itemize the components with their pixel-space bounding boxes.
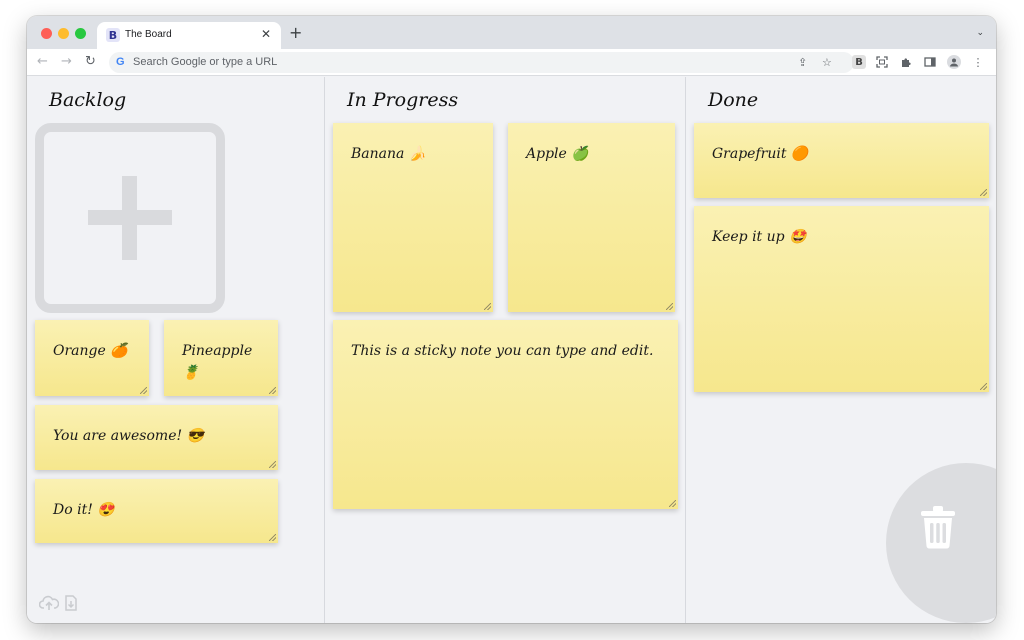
sticky-note-text[interactable]: Pineapple 🍍	[182, 340, 264, 384]
maximize-window-button[interactable]	[75, 28, 86, 39]
new-tab-button[interactable]: +	[289, 25, 302, 41]
board: Backlog In Progress Done Orange 🍊 Pineap…	[27, 77, 996, 623]
tab-title: The Board	[125, 29, 172, 40]
column-title-in-progress: In Progress	[347, 89, 459, 111]
address-bar-placeholder: Search Google or type a URL	[133, 56, 278, 68]
browser-toolbar: ← → ↻ G Search Google or type a URL ⇪ ☆ …	[27, 49, 996, 76]
tab-strip: B The Board ✕ + ⌄	[27, 16, 996, 49]
address-bar[interactable]: G Search Google or type a URL ⇪ ☆	[109, 52, 854, 73]
sticky-note-text[interactable]: Do it! 😍	[53, 499, 264, 521]
column-title-done: Done	[708, 89, 759, 111]
resize-handle[interactable]	[669, 500, 676, 507]
download-icon[interactable]	[62, 594, 80, 616]
sticky-note-text[interactable]: Grapefruit 🟠	[712, 143, 975, 165]
forward-arrow-icon[interactable]: →	[61, 54, 72, 70]
profile-avatar-icon[interactable]	[947, 55, 961, 69]
tab-close-icon[interactable]: ✕	[261, 27, 271, 41]
resize-handle[interactable]	[269, 387, 276, 394]
sticky-note-text[interactable]: This is a sticky note you can type and e…	[351, 340, 664, 362]
sticky-note[interactable]: Grapefruit 🟠	[694, 123, 989, 198]
add-note-button[interactable]	[35, 123, 225, 313]
resize-handle[interactable]	[980, 189, 987, 196]
browser-window: B The Board ✕ + ⌄ ← → ↻ G Search Google …	[27, 16, 996, 623]
browser-menu-icon[interactable]: ⋮	[971, 55, 985, 69]
resize-handle[interactable]	[980, 383, 987, 390]
sticky-note-text[interactable]: Keep it up 🤩	[712, 226, 975, 248]
sticky-note[interactable]: Keep it up 🤩	[694, 206, 989, 392]
sticky-note-text[interactable]: Banana 🍌	[351, 143, 479, 165]
sticky-note-text[interactable]: Apple 🍏	[526, 143, 661, 165]
resize-handle[interactable]	[269, 461, 276, 468]
resize-handle[interactable]	[666, 303, 673, 310]
sticky-note[interactable]: Do it! 😍	[35, 479, 278, 543]
resize-handle[interactable]	[484, 303, 491, 310]
board-extension-icon[interactable]: B	[852, 55, 866, 69]
sticky-note-text[interactable]: You are awesome! 😎	[53, 425, 264, 447]
side-panel-icon[interactable]	[923, 55, 937, 69]
resize-handle[interactable]	[140, 387, 147, 394]
sticky-note[interactable]: Apple 🍏	[508, 123, 675, 312]
cloud-upload-icon[interactable]	[38, 594, 60, 616]
sticky-note[interactable]: Pineapple 🍍	[164, 320, 278, 396]
tab-search-chevron-icon[interactable]: ⌄	[976, 28, 984, 38]
minimize-window-button[interactable]	[58, 28, 69, 39]
sticky-note[interactable]: Banana 🍌	[333, 123, 493, 312]
extensions-puzzle-icon[interactable]	[899, 55, 913, 69]
sticky-note[interactable]: Orange 🍊	[35, 320, 149, 396]
resize-handle[interactable]	[269, 534, 276, 541]
reload-icon[interactable]: ↻	[85, 54, 96, 70]
google-g-icon: G	[116, 56, 125, 68]
column-divider	[324, 77, 325, 623]
close-window-button[interactable]	[41, 28, 52, 39]
column-divider	[685, 77, 686, 623]
screen-capture-icon[interactable]	[875, 55, 889, 69]
sticky-note[interactable]: You are awesome! 😎	[35, 405, 278, 470]
bookmark-star-icon[interactable]: ☆	[822, 56, 832, 69]
sticky-note[interactable]: This is a sticky note you can type and e…	[333, 320, 678, 509]
sticky-note-text[interactable]: Orange 🍊	[53, 340, 135, 362]
back-arrow-icon[interactable]: ←	[37, 54, 48, 70]
add-note-plus-icon-vertical	[122, 176, 137, 260]
column-title-backlog: Backlog	[49, 89, 127, 111]
tab-the-board[interactable]: B The Board ✕	[97, 22, 281, 49]
share-icon[interactable]: ⇪	[798, 56, 807, 69]
trash-icon[interactable]	[919, 505, 957, 553]
tab-favicon-icon: B	[106, 28, 120, 42]
